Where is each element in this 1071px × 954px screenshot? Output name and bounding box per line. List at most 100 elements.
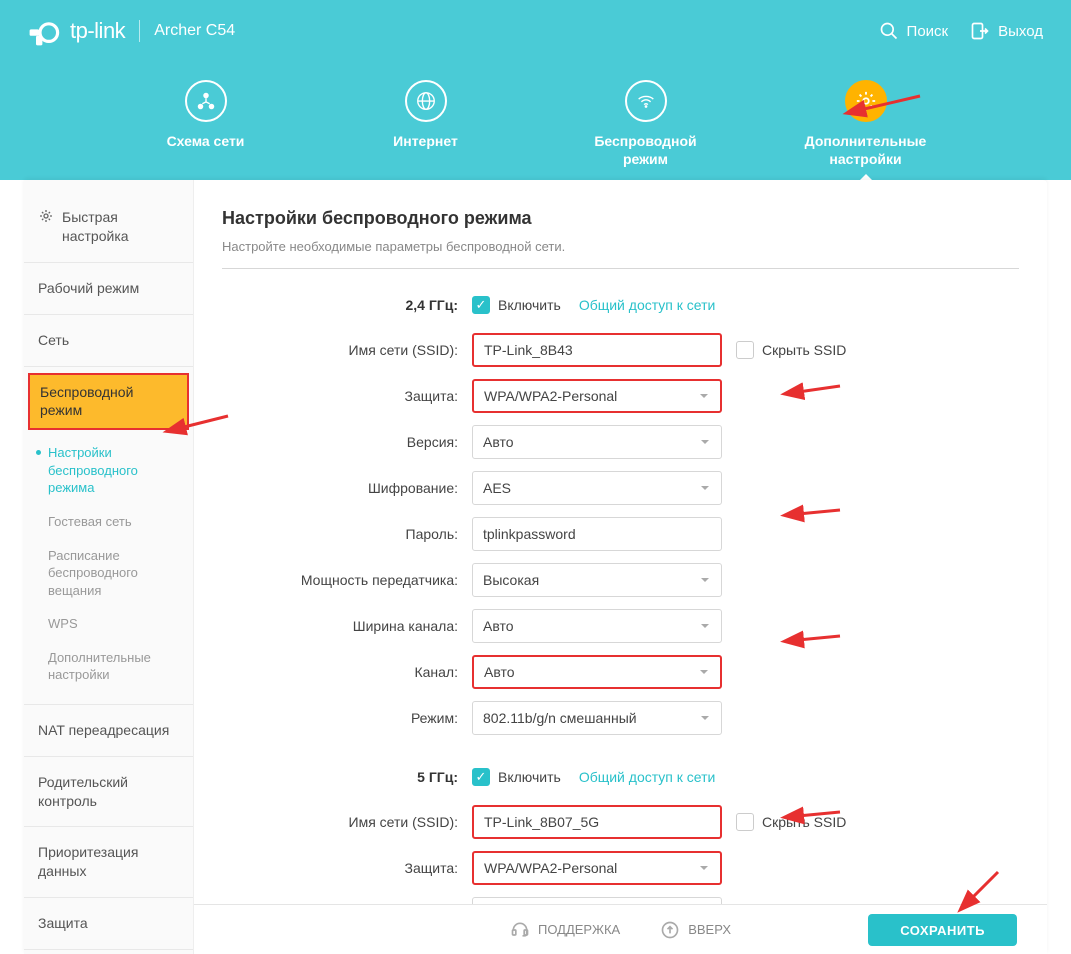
main-panel: Быстрая настройка Рабочий режим Сеть Бес… [24, 180, 1047, 954]
sidebar-sub-advanced[interactable]: Дополнительные настройки [24, 641, 193, 692]
share-5-link[interactable]: Общий доступ к сети [579, 769, 716, 785]
cipher24-select[interactable]: AES [472, 471, 722, 505]
tab-internet[interactable]: Интернет [361, 80, 491, 150]
search-label: Поиск [907, 23, 949, 40]
footer-bar: ПОДДЕРЖКА ВВЕРХ СОХРАНИТЬ [194, 904, 1047, 954]
enable-5-label: Включить [498, 769, 561, 785]
chevron-down-icon [698, 390, 710, 402]
security24-select[interactable]: WPA/WPA2-Personal [472, 379, 722, 413]
save-button[interactable]: СОХРАНИТЬ [868, 914, 1017, 946]
wireless-form: 2,4 ГГц: ✓ Включить Общий доступ к сети … [222, 289, 1019, 954]
chevron-down-icon [698, 862, 710, 874]
power24-value: Высокая [483, 572, 539, 588]
sidebar-separator [24, 897, 193, 898]
sidebar-nat[interactable]: NAT переадресация [24, 711, 193, 750]
hide5-checkbox[interactable] [736, 813, 754, 831]
sidebar-sub-schedule[interactable]: Расписание беспроводного вещания [24, 539, 193, 608]
wifi-icon [635, 90, 657, 112]
security24-value: WPA/WPA2-Personal [484, 388, 617, 404]
search-icon [879, 21, 899, 41]
sidebar-separator [24, 366, 193, 367]
security5-select[interactable]: WPA/WPA2-Personal [472, 851, 722, 885]
network-icon [195, 90, 217, 112]
enable-24-checkbox[interactable]: ✓ [472, 296, 490, 314]
power24-select[interactable]: Высокая [472, 563, 722, 597]
channel24-select[interactable]: Авто [472, 655, 722, 689]
sidebar-separator [24, 826, 193, 827]
width24-select[interactable]: Авто [472, 609, 722, 643]
tab-wireless[interactable]: Беспроводной режим [581, 80, 711, 168]
sidebar-wireless-subgroup: Настройки беспроводного режима Гостевая … [24, 432, 193, 697]
channel24-value: Авто [484, 664, 515, 680]
logout-label: Выход [998, 23, 1043, 40]
sidebar-separator [24, 314, 193, 315]
sidebar-quick-setup[interactable]: Быстрая настройка [24, 198, 193, 256]
hide5-label: Скрыть SSID [762, 814, 846, 830]
sidebar-separator [24, 756, 193, 757]
arrow-up-icon [660, 920, 680, 940]
sidebar-separator [24, 949, 193, 950]
version24-value: Авто [483, 434, 514, 450]
content-area: Настройки беспроводного режима Настройте… [194, 180, 1047, 954]
version24-select[interactable]: Авто [472, 425, 722, 459]
tab-network-map[interactable]: Схема сети [141, 80, 271, 150]
sidebar-security[interactable]: Защита [24, 904, 193, 943]
sidebar-quick-label: Быстрая настройка [62, 208, 179, 246]
security5-value: WPA/WPA2-Personal [484, 860, 617, 876]
sidebar: Быстрая настройка Рабочий режим Сеть Бес… [24, 180, 194, 954]
sidebar-parental[interactable]: Родительский контроль [24, 763, 193, 821]
enable-5-checkbox[interactable]: ✓ [472, 768, 490, 786]
width24-label: Ширина канала: [222, 618, 472, 634]
hide24-label: Скрыть SSID [762, 342, 846, 358]
sidebar-network[interactable]: Сеть [24, 321, 193, 360]
logout-button[interactable]: Выход [970, 21, 1043, 41]
ssid5-input[interactable] [472, 805, 722, 839]
chevron-down-icon [699, 574, 711, 586]
mode24-value: 802.11b/g/n смешанный [483, 710, 637, 726]
sidebar-wireless[interactable]: Беспроводной режим [28, 373, 189, 431]
sidebar-sub-guest[interactable]: Гостевая сеть [24, 505, 193, 539]
logout-icon [970, 21, 990, 41]
gear-icon [855, 90, 877, 112]
cipher24-value: AES [483, 480, 511, 496]
headset-icon [510, 920, 530, 940]
chevron-down-icon [698, 666, 710, 678]
logo: tp-link [28, 15, 125, 47]
support-label: ПОДДЕРЖКА [538, 922, 620, 937]
sidebar-mode[interactable]: Рабочий режим [24, 269, 193, 308]
channel24-label: Канал: [222, 664, 472, 680]
hide24-checkbox[interactable] [736, 341, 754, 359]
chevron-down-icon [699, 620, 711, 632]
tab-wireless-label: Беспроводной режим [581, 132, 711, 168]
tab-advanced[interactable]: Дополнительные настройки [801, 80, 931, 168]
search-button[interactable]: Поиск [879, 21, 949, 41]
width24-value: Авто [483, 618, 514, 634]
power24-label: Мощность передатчика: [222, 572, 472, 588]
sidebar-separator [24, 262, 193, 263]
chevron-down-icon [699, 482, 711, 494]
chevron-down-icon [699, 436, 711, 448]
security5-label: Защита: [222, 860, 472, 876]
ssid5-label: Имя сети (SSID): [222, 814, 472, 830]
ssid24-input[interactable] [472, 333, 722, 367]
sidebar-separator [24, 704, 193, 705]
brand-text: tp-link [70, 18, 125, 44]
page-title: Настройки беспроводного режима [222, 208, 1019, 229]
sidebar-sub-settings[interactable]: Настройки беспроводного режима [24, 436, 193, 505]
share-24-link[interactable]: Общий доступ к сети [579, 297, 716, 313]
header-bar: tp-link Archer C54 Поиск Выход [0, 0, 1071, 62]
password24-input[interactable] [472, 517, 722, 551]
enable-24-label: Включить [498, 297, 561, 313]
chevron-down-icon [699, 712, 711, 724]
header-divider [139, 20, 140, 42]
support-button[interactable]: ПОДДЕРЖКА [510, 920, 620, 940]
sidebar-qos[interactable]: Приоритезация данных [24, 833, 193, 891]
mode24-label: Режим: [222, 710, 472, 726]
tplink-logo-icon [28, 15, 60, 47]
sidebar-sub-wps[interactable]: WPS [24, 607, 193, 641]
ssid24-label: Имя сети (SSID): [222, 342, 472, 358]
security24-label: Защита: [222, 388, 472, 404]
version24-label: Версия: [222, 434, 472, 450]
mode24-select[interactable]: 802.11b/g/n смешанный [472, 701, 722, 735]
top-button[interactable]: ВВЕРХ [660, 920, 731, 940]
